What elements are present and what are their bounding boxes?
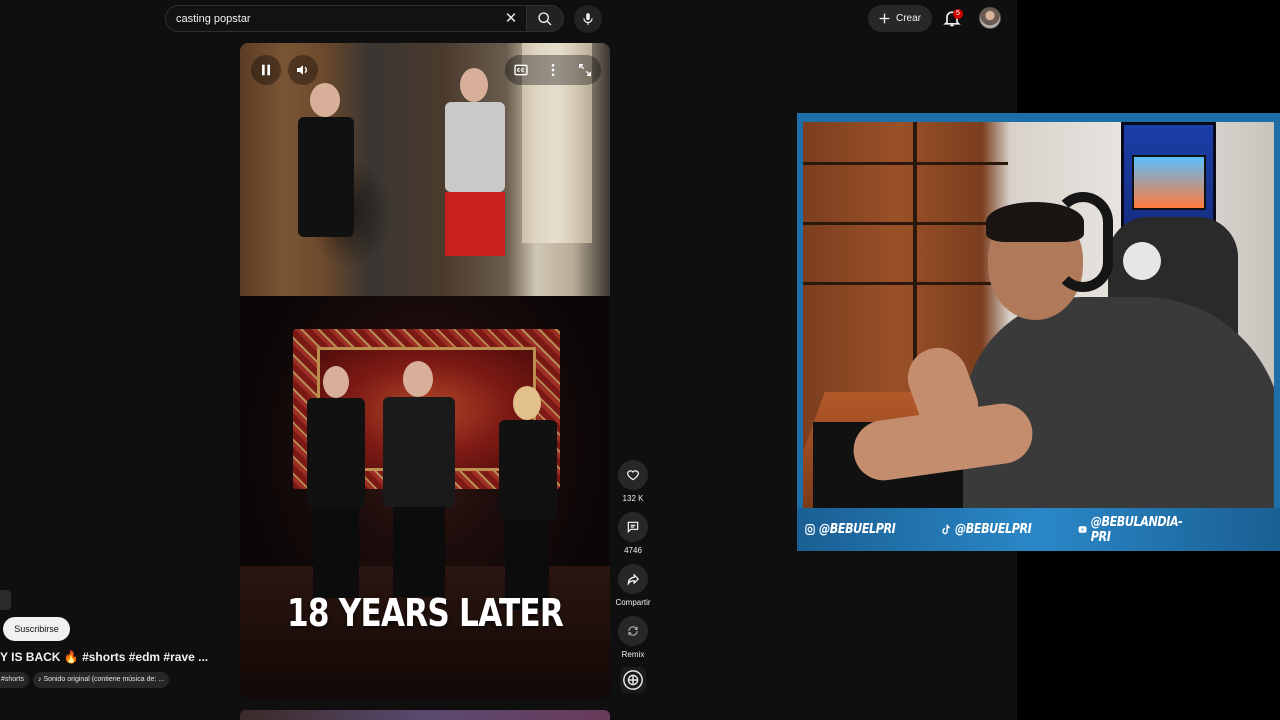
clear-search-icon[interactable]: ✕ bbox=[502, 10, 520, 28]
streamer-webcam-overlay: @BEBUELPRI @BEBUELPRI @BEBULANDIA-PRI bbox=[797, 113, 1280, 551]
heart-icon bbox=[627, 470, 639, 481]
microphone-icon bbox=[583, 13, 593, 25]
social-handles-bar: @BEBUELPRI @BEBUELPRI @BEBULANDIA-PRI bbox=[797, 508, 1280, 551]
youtube-icon bbox=[1078, 526, 1087, 533]
comment-count: 4746 bbox=[624, 546, 642, 555]
player-top-right-controls bbox=[505, 55, 601, 85]
remix-icon bbox=[628, 626, 638, 636]
video-frame-bottom-clip bbox=[240, 296, 610, 698]
account-avatar[interactable] bbox=[979, 7, 1001, 29]
pause-button[interactable] bbox=[251, 55, 281, 85]
comment-icon bbox=[627, 521, 639, 534]
music-note-icon: ♪ bbox=[38, 676, 42, 683]
more-options-icon[interactable] bbox=[545, 62, 561, 78]
original-sound-thumbnail[interactable] bbox=[620, 667, 646, 693]
like-count: 132 K bbox=[622, 494, 644, 503]
short-title[interactable]: Y IS BACK 🔥 #shorts #edm #rave ... bbox=[0, 650, 236, 664]
plus-icon bbox=[879, 13, 890, 24]
comments-button[interactable] bbox=[618, 512, 648, 542]
search-icon bbox=[538, 12, 552, 26]
social-handle: @BEBULANDIA-PRI bbox=[1077, 515, 1185, 545]
volume-icon bbox=[297, 65, 307, 75]
create-button[interactable]: Crear bbox=[868, 5, 932, 32]
create-label: Crear bbox=[896, 13, 922, 24]
tiktok-icon bbox=[942, 524, 950, 535]
instagram-icon bbox=[805, 523, 815, 536]
pause-icon bbox=[262, 64, 270, 76]
shorts-player[interactable]: 18 YEARS LATER bbox=[240, 43, 610, 698]
fullscreen-icon[interactable] bbox=[577, 62, 593, 78]
subscribe-button[interactable]: Suscribirse bbox=[3, 617, 70, 641]
volume-button[interactable] bbox=[288, 55, 318, 85]
social-handle: @BEBUELPRI bbox=[940, 522, 1032, 537]
webcam-feed bbox=[803, 122, 1274, 508]
sound-disc-icon bbox=[623, 670, 643, 690]
remix-button[interactable] bbox=[618, 616, 648, 646]
voice-search-button[interactable] bbox=[574, 5, 602, 33]
like-button[interactable] bbox=[618, 460, 648, 490]
share-icon bbox=[627, 573, 640, 586]
search-input[interactable] bbox=[176, 6, 496, 31]
share-button[interactable] bbox=[618, 564, 648, 594]
remix-label: Remix bbox=[621, 650, 645, 659]
chair-logo-icon bbox=[1123, 242, 1161, 280]
headset bbox=[1053, 192, 1113, 292]
original-sound-chip[interactable]: ♪ Sonido original (contiene música de: .… bbox=[33, 672, 170, 688]
streamer-hoodie bbox=[963, 297, 1274, 508]
next-short-preview[interactable] bbox=[240, 710, 610, 720]
share-label: Compartir bbox=[615, 598, 651, 607]
original-sound-label: Sonido original (contiene música de: ... bbox=[43, 676, 165, 683]
search-box[interactable]: ✕ bbox=[165, 5, 527, 32]
video-caption-overlay: 18 YEARS LATER bbox=[286, 591, 564, 635]
channel-chip-edge[interactable] bbox=[0, 590, 11, 610]
social-handle: @BEBUELPRI bbox=[804, 522, 896, 537]
notification-count-badge: 5 bbox=[953, 9, 963, 19]
hashtag-chip[interactable]: #shorts bbox=[0, 672, 29, 688]
search-button[interactable] bbox=[526, 5, 564, 32]
captions-icon[interactable] bbox=[513, 62, 529, 78]
